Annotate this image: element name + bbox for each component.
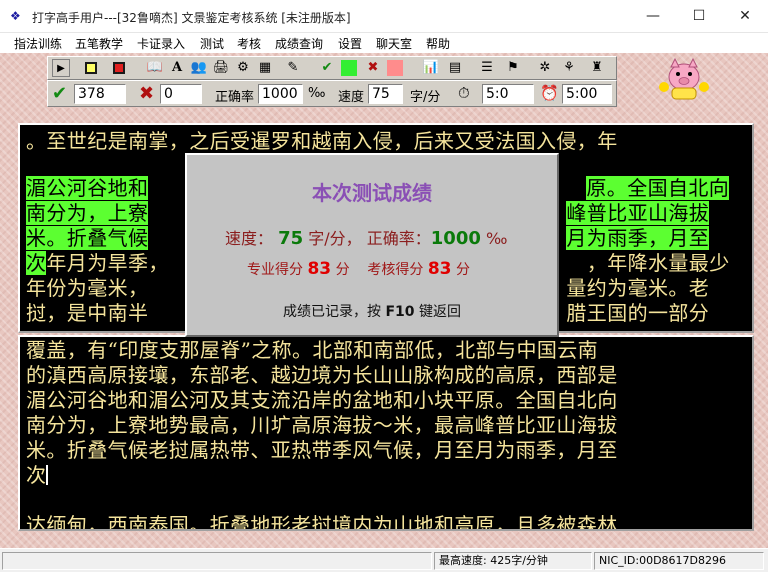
result-accuracy-unit: ‰ xyxy=(485,229,508,248)
gear-icon[interactable]: ⚙ xyxy=(234,59,252,77)
menu-wubi-teaching[interactable]: 五笔教学 xyxy=(75,35,123,52)
table-icon[interactable]: ▤ xyxy=(446,59,464,77)
nic-id-status: NIC_ID:00D8617D8296 xyxy=(594,552,764,570)
tools-icon[interactable]: ✲ xyxy=(536,59,554,77)
toolbar-top: ▶ 📖 A 👥 🖨 ⚙ ▦ ✎ ✔ ✖ 📊 ▤ ☰ ⚑ ✲ ⚘ ♜ xyxy=(47,56,617,80)
alarm-clock-icon: ⏰ xyxy=(540,84,559,102)
dialog-title: 本次测试成绩 xyxy=(312,181,432,205)
menu-bar: 指法训练 五笔教学 卡证录入 测试 考核 成绩查询 设置 聊天室 帮助 xyxy=(0,33,768,53)
speed-accuracy-row: 速度： 75 字/分， 正确率：1000 ‰ xyxy=(225,225,507,249)
correct-count: 378 xyxy=(74,84,126,104)
menu-chatroom[interactable]: 聊天室 xyxy=(376,35,412,52)
typing-pane[interactable]: 覆盖，有“印度支那屋脊”之称。北部和南部低，北部与中国云南 的滇西高原接壤，东部… xyxy=(18,335,754,531)
accuracy-value: 1000 xyxy=(258,84,303,104)
typed-line: 达缅甸，西南泰国。折叠地形老挝境内为山地和高原，且多被森林 xyxy=(26,513,618,531)
check-icon: ✔ xyxy=(52,83,68,104)
scores-row: 专业得分 83 分 考核得分 83 分 xyxy=(247,259,470,279)
cross-icon: ✖ xyxy=(139,83,155,104)
result-speed-value: 75 xyxy=(278,228,304,249)
pro-score-unit: 分 xyxy=(335,262,350,278)
result-accuracy-value: 1000 xyxy=(430,228,481,249)
footer-text: 键返回 xyxy=(418,304,461,320)
accuracy-label: 正确率 xyxy=(215,90,255,105)
typed-line: 次 xyxy=(26,463,49,487)
accuracy-unit: ‰ xyxy=(308,86,326,101)
wrong-count: 0 xyxy=(160,84,202,104)
menu-fingering-training[interactable]: 指法训练 xyxy=(14,35,62,52)
footer-text: 成绩已记录，按 xyxy=(283,304,382,320)
text-cursor xyxy=(46,465,49,485)
window-title: 打字高手用户---[32鲁嘀杰] 文景鉴定考核系统 [未注册版本] xyxy=(32,11,351,25)
typed-line: 南分为，上寮地势最高，川圹高原海拔～米，最高峰普比亚山海拔 xyxy=(26,413,618,437)
exam-score-value: 83 xyxy=(427,259,452,279)
result-accuracy-label: 正确率： xyxy=(366,229,431,248)
speed-value: 75 xyxy=(368,84,403,104)
grid-icon[interactable]: ▦ xyxy=(256,59,274,77)
cross-icon[interactable]: ✖ xyxy=(364,59,382,77)
menu-help[interactable]: 帮助 xyxy=(426,35,450,52)
source-line: 。至世纪是南掌，之后受暹罗和越南入侵，后来又受法国入侵，年 xyxy=(26,129,618,153)
play-icon[interactable]: ▶ xyxy=(52,59,70,77)
result-speed-label: 速度： xyxy=(225,229,274,248)
typed-line: 米。折叠气候老挝属热带、亚热带季风气候，月至月为雨季，月至 xyxy=(26,438,618,462)
wrong-color-swatch[interactable] xyxy=(386,59,404,77)
f10-key-hint: F10 xyxy=(385,304,415,320)
edit-icon[interactable]: ✎ xyxy=(284,59,302,77)
users-icon[interactable]: 👥 xyxy=(190,59,208,77)
menu-test[interactable]: 测试 xyxy=(200,35,224,52)
chart-icon[interactable]: 📊 xyxy=(422,59,440,77)
building-icon[interactable]: ♜ xyxy=(588,59,606,77)
pro-score-value: 83 xyxy=(307,259,332,279)
minimize-button[interactable]: — xyxy=(630,0,676,32)
correct-color-swatch[interactable] xyxy=(340,59,358,77)
result-speed-unit: 字/分， xyxy=(308,229,362,248)
font-icon[interactable]: A xyxy=(168,59,186,77)
title-bar: ❖ 打字高手用户---[32鲁嘀杰] 文景鉴定考核系统 [未注册版本] — ☐ … xyxy=(0,0,768,33)
typed-line: 的滇西高原接壤，东部老、越边境为长山山脉构成的高原，西部是 xyxy=(26,363,618,387)
max-speed-status: 最高速度: 425字/分钟 xyxy=(434,552,592,570)
menu-exam[interactable]: 考核 xyxy=(237,35,261,52)
paw-icon[interactable]: ❖ xyxy=(10,9,24,23)
time-limit: 5:00 xyxy=(562,84,612,104)
menu-score-query[interactable]: 成绩查询 xyxy=(275,35,323,52)
exam-score-unit: 分 xyxy=(455,262,470,278)
menu-card-entry[interactable]: 卡证录入 xyxy=(137,35,185,52)
network-icon[interactable]: ⚑ xyxy=(504,59,522,77)
user-icon[interactable]: ⚘ xyxy=(560,59,578,77)
status-panel-empty xyxy=(2,552,432,570)
typed-line: 覆盖，有“印度支那屋脊”之称。北部和南部低，北部与中国云南 xyxy=(26,338,599,362)
typed-line xyxy=(20,488,752,513)
record-icon[interactable] xyxy=(110,59,128,77)
close-button[interactable]: ✕ xyxy=(722,0,768,32)
result-dialog[interactable]: 本次测试成绩 速度： 75 字/分， 正确率：1000 ‰ 专业得分 83 分 … xyxy=(185,153,559,337)
speed-unit: 字/分 xyxy=(410,90,441,105)
elapsed-time: 5:0 xyxy=(482,84,534,104)
pro-score-label: 专业得分 xyxy=(247,262,303,278)
typed-line: 湄公河谷地和湄公河及其支流沿岸的盆地和小块平原。全国自北向 xyxy=(26,388,618,412)
stats-bar: ✔ 378 ✖ 0 正确率 1000 ‰ 速度 75 字/分 ⏱ 5:0 ⏰ 5… xyxy=(47,80,617,107)
printer-icon[interactable]: 🖨 xyxy=(212,59,230,77)
status-bar: 最高速度: 425字/分钟 NIC_ID:00D8617D8296 xyxy=(0,548,768,572)
maximize-button[interactable]: ☐ xyxy=(676,0,722,32)
exam-score-label: 考核得分 xyxy=(367,262,424,278)
stop-icon[interactable] xyxy=(82,59,100,77)
menu-settings[interactable]: 设置 xyxy=(338,35,362,52)
check-icon[interactable]: ✔ xyxy=(318,59,336,77)
book-icon[interactable]: 📖 xyxy=(146,59,164,77)
pig-mascot-icon xyxy=(659,57,709,100)
stopwatch-icon: ⏱ xyxy=(458,84,470,102)
dialog-footer: 成绩已记录，按 F10 键返回 xyxy=(187,301,557,321)
list-icon[interactable]: ☰ xyxy=(478,59,496,77)
speed-label: 速度 xyxy=(338,90,365,105)
